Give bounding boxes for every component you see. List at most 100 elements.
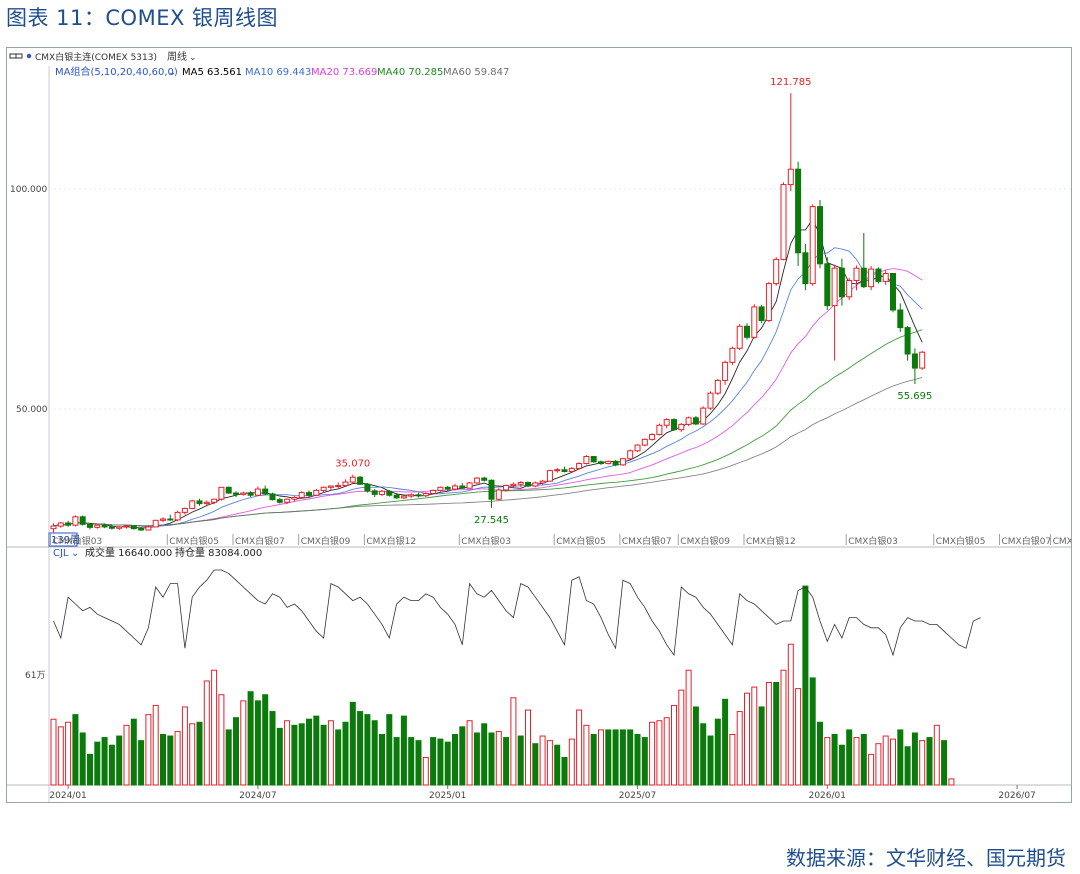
candle bbox=[313, 489, 320, 497]
price-annotation: 55.695 bbox=[897, 391, 932, 402]
candle bbox=[218, 486, 225, 501]
volume-bar bbox=[72, 714, 79, 786]
instrument-label[interactable]: CMX白银主连(COMEX 5313) bbox=[35, 51, 157, 63]
volume-bar bbox=[116, 735, 123, 786]
ma-chevron-down-icon[interactable]: ⌄ bbox=[168, 67, 176, 78]
volume-bar bbox=[422, 756, 429, 786]
candle bbox=[525, 481, 531, 488]
volume-bar bbox=[342, 721, 349, 786]
volume-bar bbox=[160, 734, 166, 786]
volume-bar bbox=[371, 720, 378, 786]
ma-group-selector[interactable]: MA组合(5,10,20,40,60,0) bbox=[55, 65, 178, 78]
candle bbox=[641, 438, 648, 447]
candle bbox=[152, 519, 159, 528]
volume-bar bbox=[765, 681, 772, 786]
volume-bar bbox=[685, 669, 692, 786]
ma-legend: MA组合(5,10,20,40,60,0) ⌄ MA5 63.561 MA10 … bbox=[55, 65, 509, 78]
volume-bar bbox=[546, 740, 553, 786]
contract-label: CMX白银09 bbox=[680, 535, 730, 547]
candle bbox=[576, 462, 583, 470]
volume-bar bbox=[875, 743, 882, 786]
volume-bar bbox=[306, 718, 312, 786]
volume-bar bbox=[452, 734, 458, 786]
volume-bar bbox=[138, 740, 145, 786]
volume-bar bbox=[152, 704, 159, 786]
volume-bar bbox=[349, 701, 356, 786]
volume-bar bbox=[408, 737, 415, 786]
volume-bar bbox=[79, 732, 86, 786]
ma5-value: MA5 63.561 bbox=[182, 67, 242, 78]
volume-bar bbox=[773, 681, 780, 786]
volume-bar bbox=[663, 717, 670, 786]
volume-bar bbox=[809, 677, 816, 786]
time-tick-label: 2026/01 bbox=[809, 791, 846, 801]
volume-bar bbox=[568, 738, 575, 786]
volume-bar bbox=[758, 706, 765, 786]
volume-bar bbox=[722, 698, 729, 786]
volume-bar bbox=[108, 744, 115, 786]
volume-bar bbox=[386, 714, 393, 786]
candle bbox=[758, 305, 765, 324]
candle bbox=[364, 482, 371, 493]
contract-label: CMX白 bbox=[1053, 535, 1071, 547]
price-tick-label: 50.000 bbox=[16, 405, 48, 415]
time-tick-label: 2024/01 bbox=[49, 791, 86, 801]
source-note: 数据来源：文华财经、国元期货 bbox=[786, 846, 1066, 870]
volume-bar bbox=[393, 737, 400, 786]
candle bbox=[773, 257, 780, 286]
contract-label: CMX白银03 bbox=[848, 535, 898, 547]
candle bbox=[765, 281, 772, 322]
volume-bar bbox=[868, 753, 875, 786]
volume-bar bbox=[50, 718, 57, 786]
ma40-value: MA40 70.285 bbox=[377, 67, 443, 78]
candle bbox=[430, 489, 437, 495]
volume-bar bbox=[145, 714, 152, 786]
candle bbox=[692, 416, 699, 426]
volume-bar bbox=[941, 740, 948, 786]
candle bbox=[707, 391, 714, 410]
candle bbox=[846, 277, 853, 300]
volume-bar bbox=[364, 714, 371, 786]
contract-label: CMX白银07 bbox=[1002, 535, 1052, 547]
volume-bar bbox=[692, 706, 699, 786]
volume-bar bbox=[444, 741, 451, 786]
volume-bar bbox=[802, 585, 809, 786]
candle bbox=[568, 467, 575, 473]
volume-bar bbox=[218, 694, 225, 786]
volume-bar bbox=[473, 732, 480, 786]
period-selector[interactable]: 周线 bbox=[167, 50, 187, 63]
contract-label: CMX白银12 bbox=[746, 535, 796, 547]
candle bbox=[583, 455, 590, 465]
time-tick-label: 2025/07 bbox=[619, 791, 656, 801]
volume-bar bbox=[357, 711, 364, 786]
indicator-selector[interactable]: CJL bbox=[53, 548, 69, 559]
contract-label: CMX白银03 bbox=[53, 535, 103, 547]
volume-bar bbox=[751, 686, 758, 786]
volume-bar bbox=[459, 726, 466, 786]
volume-bar bbox=[612, 729, 619, 786]
volume-bar bbox=[233, 717, 239, 786]
indicator-chevron-down-icon[interactable]: ⌄ bbox=[71, 548, 79, 559]
volume-bar bbox=[211, 669, 218, 786]
volume-bar bbox=[656, 720, 663, 786]
volume-bar bbox=[335, 729, 342, 786]
volume-bar bbox=[284, 720, 291, 786]
volume-bar bbox=[87, 753, 93, 786]
volume-bar bbox=[495, 730, 502, 786]
candle bbox=[532, 481, 539, 488]
volume-bar bbox=[181, 706, 188, 786]
candle bbox=[473, 477, 480, 484]
contract-label: CMX白银09 bbox=[301, 535, 351, 547]
ma60-value: MA60 59.847 bbox=[443, 67, 509, 78]
volume-axis-label: 61万 bbox=[25, 671, 45, 681]
candle bbox=[612, 460, 619, 467]
volume-bar bbox=[65, 721, 72, 786]
volume-bar bbox=[430, 737, 437, 786]
price-annotation: 121.785 bbox=[770, 77, 811, 88]
volume-bar bbox=[327, 720, 334, 786]
candle bbox=[780, 182, 787, 261]
volume-bar bbox=[262, 694, 269, 786]
period-chevron-down-icon[interactable]: ⌄ bbox=[189, 53, 197, 63]
volume-bar bbox=[860, 734, 867, 786]
contract-label: CMX白银07 bbox=[622, 535, 672, 547]
